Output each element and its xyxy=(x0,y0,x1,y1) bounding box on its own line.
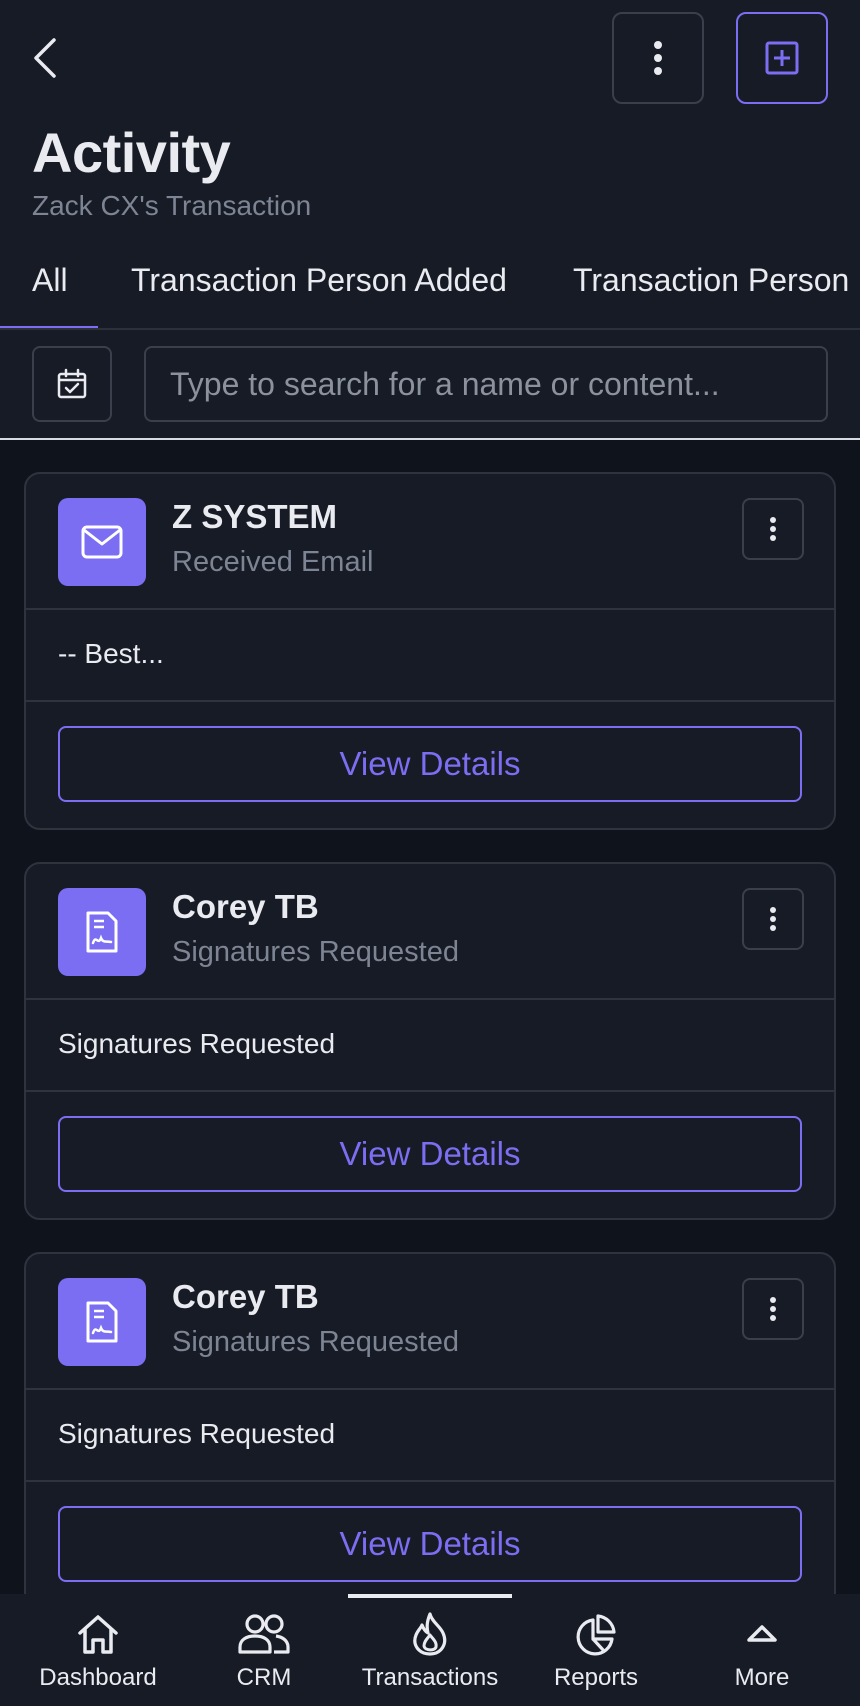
vertical-dots-icon xyxy=(770,907,776,931)
card-footer: View Details xyxy=(26,702,834,828)
page-title: Activity xyxy=(32,121,231,184)
activity-card: Corey TB Signatures Requested Signatures… xyxy=(24,1252,836,1610)
nav-item-reports[interactable]: Reports xyxy=(510,1608,682,1704)
mail-icon xyxy=(58,498,146,586)
calendar-check-icon xyxy=(57,368,87,399)
active-tab-indicator xyxy=(0,326,98,328)
card-footer: View Details xyxy=(26,1092,834,1218)
nav-label: Reports xyxy=(553,1664,639,1691)
card-header: Corey TB Signatures Requested xyxy=(26,864,834,1000)
tab-transaction-person-added[interactable]: Transaction Person Added xyxy=(131,252,507,328)
card-author: Corey TB xyxy=(172,1278,319,1315)
nav-item-dashboard[interactable]: Dashboard xyxy=(12,1608,184,1704)
chevron-up-icon xyxy=(747,1625,777,1642)
card-preview: Signatures Requested xyxy=(26,1000,834,1092)
card-activity-type: Received Email xyxy=(172,546,374,578)
card-header: Corey TB Signatures Requested xyxy=(26,1254,834,1390)
nav-label: Dashboard xyxy=(39,1664,157,1691)
tab-all[interactable]: All xyxy=(32,252,68,328)
nav-item-crm[interactable]: CRM xyxy=(178,1608,350,1704)
vertical-dots-icon xyxy=(770,517,776,541)
activity-card: Corey TB Signatures Requested Signatures… xyxy=(24,862,836,1220)
card-activity-type: Signatures Requested xyxy=(172,1326,459,1358)
card-menu-button[interactable] xyxy=(742,888,804,950)
card-header: Z SYSTEM Received Email xyxy=(26,474,834,610)
flame-icon xyxy=(413,1612,447,1656)
page-subtitle: Zack CX's Transaction xyxy=(32,190,312,221)
card-author: Corey TB xyxy=(172,888,319,925)
date-filter-button[interactable] xyxy=(32,346,112,422)
activity-page: Activity Zack CX's Transaction All Trans… xyxy=(0,0,860,1706)
users-icon xyxy=(238,1614,290,1654)
view-details-button[interactable]: View Details xyxy=(58,1506,802,1582)
card-preview: Signatures Requested xyxy=(26,1390,834,1482)
back-button[interactable] xyxy=(24,30,64,86)
active-nav-indicator xyxy=(348,1594,512,1598)
nav-item-transactions[interactable]: Transactions xyxy=(344,1608,516,1704)
header: Activity Zack CX's Transaction All Trans… xyxy=(0,0,860,440)
card-author: Z SYSTEM xyxy=(172,498,338,535)
more-options-button[interactable] xyxy=(612,12,704,104)
bottom-navigation: Dashboard CRM Transactions Reports More xyxy=(0,1594,860,1706)
chevron-left-icon xyxy=(34,38,56,78)
vertical-dots-icon xyxy=(654,41,662,75)
add-activity-button[interactable] xyxy=(736,12,828,104)
search-input[interactable] xyxy=(144,346,828,422)
vertical-dots-icon xyxy=(770,1297,776,1321)
card-footer: View Details xyxy=(26,1482,834,1608)
nav-label: Transactions xyxy=(361,1664,499,1691)
card-activity-type: Signatures Requested xyxy=(172,936,459,968)
view-details-button[interactable]: View Details xyxy=(58,726,802,802)
plus-square-icon xyxy=(765,41,799,75)
pie-chart-icon xyxy=(576,1614,616,1656)
activity-card: Z SYSTEM Received Email -- Best... View … xyxy=(24,472,836,830)
view-details-button[interactable]: View Details xyxy=(58,1116,802,1192)
tab-transaction-person-removed[interactable]: Transaction Person R xyxy=(573,252,860,328)
nav-label: More xyxy=(734,1664,790,1691)
document-signature-icon xyxy=(58,888,146,976)
header-divider xyxy=(0,438,860,440)
card-preview: -- Best... xyxy=(26,610,834,702)
home-icon xyxy=(78,1615,118,1654)
nav-item-more[interactable]: More xyxy=(676,1608,848,1704)
activity-tabs: All Transaction Person Added Transaction… xyxy=(0,252,860,330)
document-signature-icon xyxy=(58,1278,146,1366)
card-menu-button[interactable] xyxy=(742,1278,804,1340)
card-menu-button[interactable] xyxy=(742,498,804,560)
nav-label: CRM xyxy=(236,1664,292,1691)
